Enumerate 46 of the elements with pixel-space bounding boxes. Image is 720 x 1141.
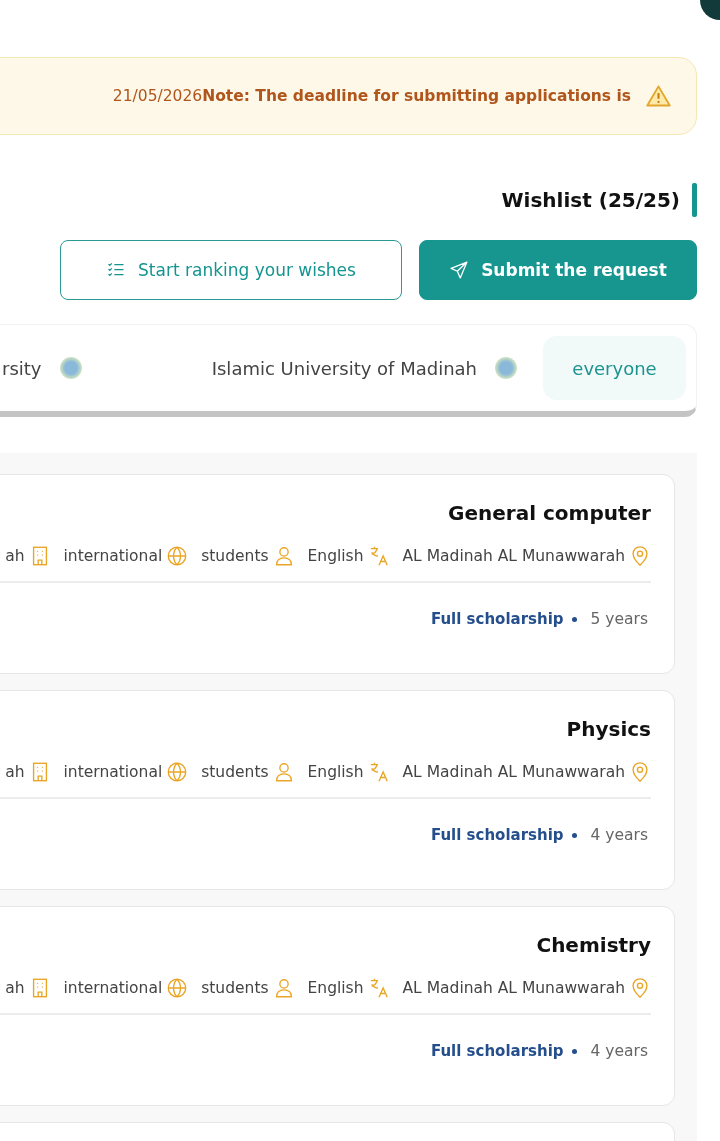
info-text: international: [63, 547, 163, 565]
info-text: AL Madinah AL Munawwarah: [402, 979, 625, 997]
program-title: General computer: [448, 501, 651, 525]
dot-separator: [571, 832, 577, 838]
dot-separator: [571, 616, 577, 622]
info-text: students: [201, 979, 269, 997]
submit-button[interactable]: Submit the request: [419, 240, 697, 300]
globe-icon: [166, 977, 189, 999]
accent-bar: [692, 183, 697, 217]
location-pin-icon: [629, 545, 651, 567]
info-text: students: [201, 547, 269, 565]
location-pin-icon: [629, 761, 651, 783]
duration-text: 4 years: [590, 826, 648, 844]
globe-icon: [166, 761, 189, 783]
globe-icon: [166, 545, 189, 567]
university-logo-icon: [495, 357, 517, 379]
info-text: ah: [5, 547, 25, 565]
info-text: English: [307, 763, 364, 781]
info-text: ah: [5, 979, 25, 997]
program-card[interactable]: General computer ah international students English AL Madinah AL Munawwarah Full scholarship 5 years: [0, 474, 675, 674]
ranking-button[interactable]: Start ranking your wishes: [60, 240, 402, 300]
info-text: AL Madinah AL Munawwarah: [402, 547, 625, 565]
info-text: international: [63, 763, 163, 781]
send-icon: [449, 260, 470, 280]
duration-text: 4 years: [590, 1042, 648, 1060]
info-text: AL Madinah AL Munawwarah: [402, 763, 625, 781]
location-pin-icon: [629, 977, 651, 999]
info-text: students: [201, 763, 269, 781]
tab[interactable]: rsity: [0, 336, 108, 400]
deadline-note: 21/05/2026Note: The deadline for submitting applications is: [112, 87, 631, 105]
funding-text: Full scholarship: [430, 826, 564, 844]
info-text: international: [63, 979, 163, 997]
info-text: English: [307, 979, 364, 997]
info-text: ah: [5, 763, 25, 781]
dot-separator: [571, 1048, 577, 1054]
university-logo-icon: [59, 357, 82, 379]
tab[interactable]: Islamic University of Madinah: [185, 336, 543, 400]
info-text: English: [307, 547, 364, 565]
program-card[interactable]: Physics ah international students English AL Madinah AL Munawwarah Full scholarship 4 years: [0, 690, 675, 890]
wishlist-title: Wishlist (25/25): [501, 188, 680, 212]
program-card[interactable]: Chemistry ah international students English AL Madinah AL Munawwarah Full scholarship 4 years: [0, 906, 675, 1106]
funding-text: Full scholarship: [430, 610, 564, 628]
funding-text: Full scholarship: [430, 1042, 564, 1060]
program-title: Physics: [566, 717, 651, 741]
duration-text: 5 years: [590, 610, 648, 628]
program-title: Chemistry: [536, 933, 651, 957]
